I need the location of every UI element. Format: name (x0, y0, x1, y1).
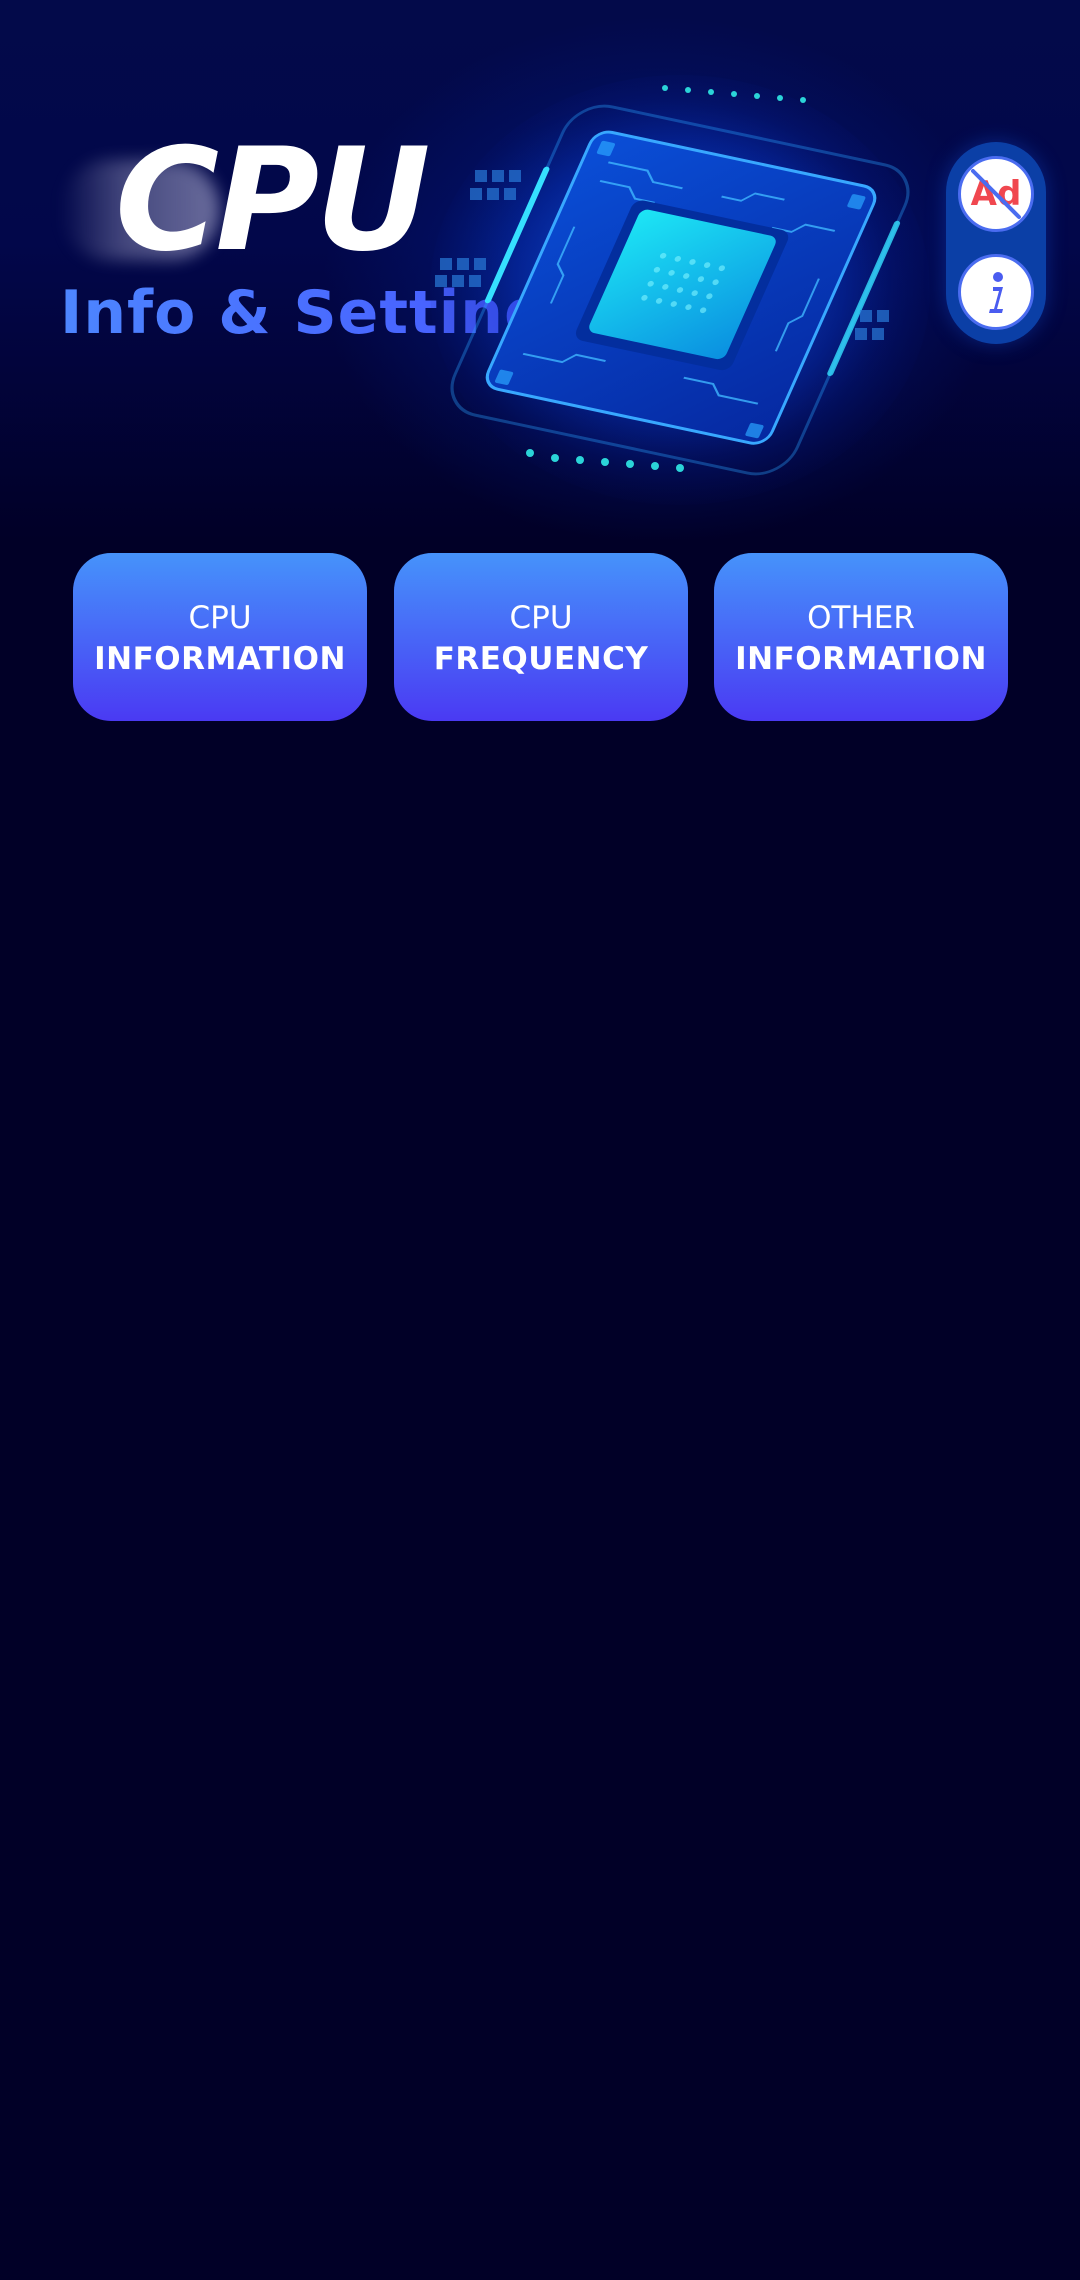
cpu-chip-illustration (430, 75, 930, 505)
cpu-frequency-line2: FREQUENCY (433, 641, 649, 677)
other-information-line2: INFORMATION (735, 641, 987, 677)
info-icon (989, 272, 1003, 313)
cpu-frequency-button[interactable]: CPU FREQUENCY (394, 553, 688, 721)
cpu-information-line2: INFORMATION (94, 641, 346, 677)
other-information-line1: OTHER (807, 600, 915, 636)
info-button[interactable] (958, 254, 1034, 330)
app-title: CPU (115, 118, 431, 283)
cpu-frequency-line1: CPU (509, 600, 573, 636)
remove-ads-button[interactable]: Ad (958, 156, 1034, 232)
other-information-button[interactable]: OTHER INFORMATION (714, 553, 1008, 721)
no-ads-icon: Ad (971, 169, 1021, 219)
hero-banner: CPU Info & Settings (0, 0, 1080, 540)
side-action-panel: Ad (946, 142, 1046, 344)
cpu-information-button[interactable]: CPU INFORMATION (73, 553, 367, 721)
cpu-information-line1: CPU (188, 600, 252, 636)
